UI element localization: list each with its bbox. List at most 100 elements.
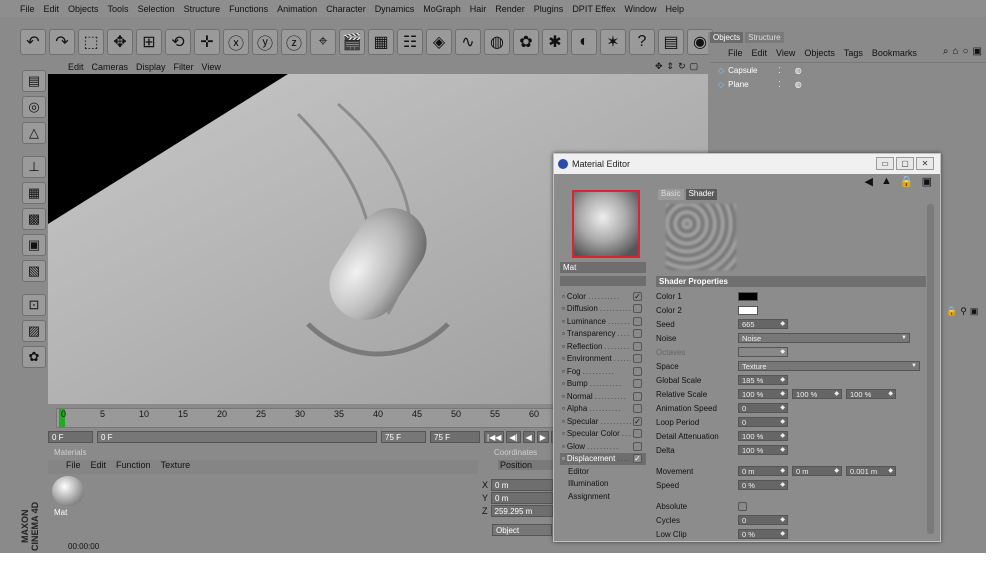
channel-alpha[interactable]: ▫ Alpha.......... (560, 403, 646, 416)
material-name-field[interactable]: Mat (560, 262, 646, 273)
channel-luminance[interactable]: ▫Luminance.......... (560, 315, 646, 328)
world-coords-icon[interactable]: ⌖ (310, 29, 336, 55)
move-view-icon[interactable]: ✥ (655, 61, 663, 72)
objects-tab-structure[interactable]: Structure (745, 32, 784, 43)
visibility-dots-icon[interactable]: ⁚ (778, 80, 781, 89)
seed-field[interactable]: 665 ◆ (738, 319, 788, 329)
channel-checkbox[interactable] (633, 441, 642, 451)
coordinate-mode-select[interactable]: Object (492, 524, 552, 536)
maximize-view-icon[interactable]: ▢ (690, 61, 699, 72)
viewport-menu-display[interactable]: Display (136, 62, 166, 72)
start-frame-field[interactable]: 0 F (97, 431, 377, 443)
viewport-menu-filter[interactable]: Filter (174, 62, 194, 72)
channel-editor[interactable]: Editor (560, 465, 646, 478)
playback-button[interactable]: |◀◀ (484, 431, 505, 443)
menu-selection[interactable]: Selection (138, 4, 175, 14)
new-icon[interactable]: ▣ (970, 306, 979, 317)
menu-structure[interactable]: Structure (184, 4, 221, 14)
playback-button[interactable]: ◀ (522, 431, 535, 443)
channel-normal[interactable]: ▫ Normal.......... (560, 390, 646, 403)
z-axis-icon[interactable]: ⓩ (281, 29, 307, 55)
channel-checkbox[interactable] (633, 366, 642, 376)
menu-hair[interactable]: Hair (470, 4, 487, 14)
channel-fog[interactable]: ▫ Fog.......... (560, 365, 646, 378)
movement-x[interactable]: 0 m ◆ (738, 466, 788, 476)
points-mode-icon[interactable]: ▦ (22, 182, 46, 204)
objects-menu-view[interactable]: View (776, 48, 795, 58)
octaves-field[interactable]: ◆ (738, 347, 788, 357)
menu-functions[interactable]: Functions (229, 4, 268, 14)
menu-dynamics[interactable]: Dynamics (375, 4, 415, 14)
channel-checkbox[interactable] (633, 404, 642, 414)
render-settings-icon[interactable]: ☷ (397, 29, 423, 55)
menu-file[interactable]: File (20, 4, 35, 14)
back-arrow-icon[interactable]: ◀ (865, 175, 873, 188)
viewport-menu-view[interactable]: View (202, 62, 221, 72)
space-select[interactable]: Texture ▼ (738, 361, 920, 371)
environment-icon[interactable]: ✶ (600, 29, 626, 55)
channel-assignment[interactable]: Assignment (560, 490, 646, 503)
relative-scale-x[interactable]: 100 % ◆ (738, 389, 788, 399)
lock-icon[interactable]: 🔒 (900, 175, 914, 188)
coordinate-value-field[interactable]: 259.295 m (490, 504, 553, 517)
menu-objects[interactable]: Objects (68, 4, 99, 14)
snap-icon[interactable]: ⊡ (22, 294, 46, 316)
color1-swatch[interactable] (738, 291, 758, 301)
coordinate-value-field[interactable]: 0 m (491, 491, 554, 504)
model-mode-icon[interactable]: ▤ (22, 70, 46, 92)
end-frame-field[interactable]: 75 F (430, 431, 480, 443)
pin-icon[interactable]: ⚲ (960, 306, 967, 317)
channel-checkbox[interactable] (633, 341, 642, 351)
menu-character[interactable]: Character (326, 4, 366, 14)
texture-mode-icon[interactable]: △ (22, 122, 46, 144)
coordinate-value-field[interactable]: 0 m (491, 478, 554, 491)
y-axis-icon[interactable]: ⓨ (252, 29, 278, 55)
channel-checkbox[interactable] (633, 329, 642, 339)
speed-field[interactable]: 0 % ◆ (738, 480, 788, 490)
sculpt-icon[interactable]: ✿ (22, 346, 46, 368)
minimize-icon[interactable]: ▭ (876, 157, 894, 170)
end-marker-field[interactable]: 75 F (381, 431, 426, 443)
low-clip-field[interactable]: 0 % ◆ (738, 529, 788, 539)
object-mode-icon[interactable]: ◎ (22, 96, 46, 118)
zoom-view-icon[interactable]: ⇕ (667, 61, 675, 72)
current-frame-field[interactable]: 0 F (48, 431, 93, 443)
material-thumbnail[interactable] (52, 476, 84, 506)
x-axis-icon[interactable]: ⓧ (223, 29, 249, 55)
channel-illumination[interactable]: Illumination (560, 478, 646, 491)
loop-period-field[interactable]: 0 ◆ (738, 417, 788, 427)
camera-icon[interactable]: ? (629, 29, 655, 55)
objects-menu-objects[interactable]: Objects (804, 48, 835, 58)
visibility-dots-icon[interactable]: ⁚ (778, 66, 781, 75)
expand-icon[interactable]: ▣ (973, 46, 982, 57)
select-icon[interactable]: ⬚ (78, 29, 104, 55)
channel-environment[interactable]: ▫Environment.......... (560, 353, 646, 366)
menu-animation[interactable]: Animation (277, 4, 317, 14)
material-comment-field[interactable] (560, 276, 646, 286)
cube-icon[interactable]: ◈ (426, 29, 452, 55)
menu-mograph[interactable]: MoGraph (423, 4, 461, 14)
tab-shader[interactable]: Shader (685, 189, 718, 200)
new-window-icon[interactable]: ▣ (922, 175, 932, 188)
animation-mode-icon[interactable]: ▧ (22, 260, 46, 282)
absolute-checkbox[interactable] (738, 501, 747, 511)
close-icon[interactable]: ✕ (916, 157, 934, 170)
cycles-field[interactable]: 0 ◆ (738, 515, 788, 525)
color2-swatch[interactable] (738, 305, 758, 315)
materials-menu-edit[interactable]: Edit (91, 460, 107, 474)
menu-plugins[interactable]: Plugins (534, 4, 564, 14)
material-tag-icon[interactable]: ◍ (795, 66, 802, 75)
rotate-icon[interactable]: ⟲ (165, 29, 191, 55)
channel-diffusion[interactable]: ▫ Diffusion.......... (560, 303, 646, 316)
materials-menu-file[interactable]: File (66, 460, 81, 474)
deformer-icon[interactable]: ✱ (542, 29, 568, 55)
objects-menu-tags[interactable]: Tags (844, 48, 863, 58)
global-scale-field[interactable]: 185 % ◆ (738, 375, 788, 385)
menu-render[interactable]: Render (495, 4, 525, 14)
channel-transparency[interactable]: ▫Transparency.......... (560, 328, 646, 341)
objects-menu-file[interactable]: File (728, 48, 743, 58)
noise-select[interactable]: Noise ▼ (738, 333, 910, 343)
circle-icon[interactable]: ○ (963, 46, 969, 57)
timeline-ruler[interactable]: 0 5 10 15 20 25 30 35 40 45 50 55 60 (56, 408, 593, 428)
menu-edit[interactable]: Edit (44, 4, 60, 14)
